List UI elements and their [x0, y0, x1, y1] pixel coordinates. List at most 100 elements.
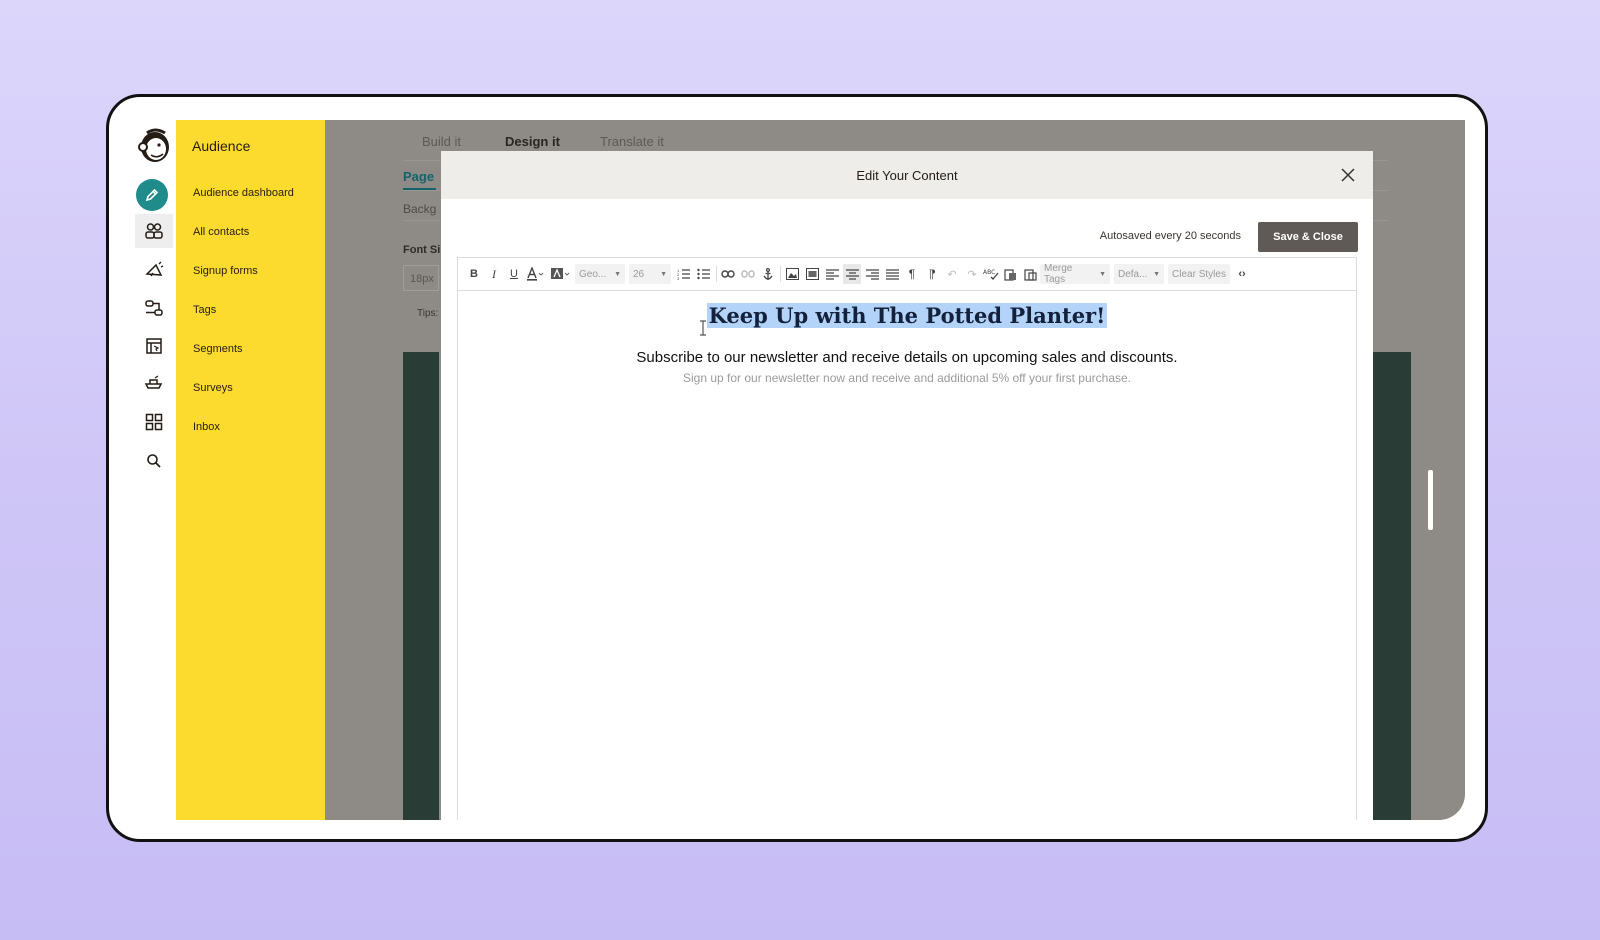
close-button[interactable] — [1337, 164, 1359, 186]
svg-text:3: 3 — [677, 276, 680, 280]
icon-rail — [131, 120, 176, 820]
audience-icon[interactable] — [135, 214, 173, 248]
undo-button[interactable]: ↶ — [944, 264, 960, 284]
automations-icon[interactable] — [135, 291, 173, 325]
paste-word-button[interactable] — [1022, 264, 1038, 284]
font-size-value: 26 — [633, 268, 645, 280]
font-family-select[interactable]: Geo... ▼ — [575, 264, 625, 284]
sidebar-item-audience-dashboard[interactable]: Audience dashboard — [193, 187, 294, 199]
default-label: Defa... — [1118, 268, 1148, 280]
preview-panel-right — [1373, 352, 1411, 820]
font-size-input[interactable]: 18px — [403, 265, 439, 291]
audience-sidebar: Audience Audience dashboard All contacts… — [176, 120, 325, 820]
grid-icon[interactable] — [135, 405, 173, 439]
toolbar-separator — [716, 266, 717, 282]
align-left-button[interactable] — [824, 264, 840, 284]
clear-styles-button[interactable]: Clear Styles — [1168, 264, 1230, 284]
numbered-list-icon: 123 — [677, 268, 690, 280]
unlink-icon — [741, 270, 755, 278]
undo-icon: ↶ — [947, 268, 957, 281]
spellcheck-button[interactable]: ABC — [982, 264, 1000, 284]
sidebar-item-surveys[interactable]: Surveys — [193, 382, 233, 394]
code-icon: ‹› — [1238, 268, 1246, 280]
page-scrollbar[interactable] — [1428, 470, 1433, 530]
preview-panel-left — [403, 352, 439, 820]
font-family-value: Geo... — [579, 268, 607, 280]
font-size-select[interactable]: 26 ▼ — [629, 264, 671, 284]
body-text[interactable]: Sign up for our newsletter now and recei… — [458, 371, 1356, 385]
align-center-button[interactable] — [843, 264, 861, 284]
paste-word-icon — [1023, 268, 1037, 281]
font-size-label: Font Si — [403, 244, 441, 256]
sidebar-item-signup-forms[interactable]: Signup forms — [193, 265, 258, 277]
chevron-down-icon: ▼ — [1099, 270, 1106, 278]
insert-image-button[interactable] — [784, 264, 800, 284]
numbered-list-button[interactable]: 123 — [676, 264, 692, 284]
bold-button[interactable]: B — [466, 264, 482, 284]
rtl-button[interactable]: ¶ — [924, 264, 940, 284]
background-label: Backg — [403, 202, 437, 216]
tab-translate-it[interactable]: Translate it — [600, 134, 664, 149]
text-color-button[interactable] — [526, 264, 546, 284]
rich-text-editor: B I U Geo... ▼ 26 ▼ 123 ¶ ¶ ↶ ↷ ABC Merg… — [457, 257, 1357, 820]
sidebar-item-segments[interactable]: Segments — [193, 343, 243, 355]
website-icon[interactable] — [135, 329, 173, 363]
background-color-button[interactable] — [550, 264, 572, 284]
italic-button[interactable]: I — [486, 264, 502, 284]
justify-icon — [885, 268, 899, 280]
bulleted-list-button[interactable] — [696, 264, 712, 284]
pilcrow-reverse-icon: ¶ — [928, 267, 936, 281]
autosave-status: Autosaved every 20 seconds — [1099, 230, 1241, 242]
text-cursor-icon — [700, 320, 706, 336]
link-button[interactable] — [720, 264, 736, 284]
modal-header: Edit Your Content — [441, 151, 1373, 199]
paste-text-button[interactable] — [1002, 264, 1018, 284]
justify-button[interactable] — [884, 264, 900, 284]
campaigns-icon[interactable] — [135, 253, 173, 287]
source-code-button[interactable]: ‹› — [1233, 264, 1251, 284]
save-close-button[interactable]: Save & Close — [1258, 222, 1358, 252]
tab-build-it[interactable]: Build it — [422, 134, 461, 149]
underline-button[interactable]: U — [506, 264, 522, 284]
align-center-icon — [845, 268, 859, 280]
align-left-icon — [825, 268, 839, 280]
sidebar-title: Audience — [192, 138, 251, 154]
image-icon — [785, 268, 799, 280]
pilcrow-icon: ¶ — [908, 267, 916, 281]
chevron-down-icon: ▼ — [614, 270, 621, 278]
sidebar-item-tags[interactable]: Tags — [193, 304, 216, 316]
paste-text-icon — [1003, 268, 1016, 281]
editor-toolbar: B I U Geo... ▼ 26 ▼ 123 ¶ ¶ ↶ ↷ ABC Merg… — [458, 258, 1356, 291]
background-color-icon — [551, 268, 570, 279]
spellcheck-icon: ABC — [983, 269, 999, 280]
close-icon — [1341, 168, 1355, 182]
merge-tags-label: Merge Tags — [1044, 263, 1073, 285]
chevron-down-icon: ▼ — [660, 270, 667, 278]
chevron-down-icon: ▼ — [1153, 270, 1160, 278]
subtab-page[interactable]: Page — [403, 169, 434, 184]
redo-icon: ↷ — [967, 268, 977, 281]
default-select[interactable]: Defa... ▼ — [1114, 264, 1164, 284]
anchor-button[interactable] — [760, 264, 776, 284]
headline-selection: Keep Up with The Potted Planter! — [706, 303, 1108, 328]
sidebar-item-inbox[interactable]: Inbox — [193, 421, 220, 433]
align-right-icon — [865, 268, 879, 280]
edit-content-modal: Edit Your Content Autosaved every 20 sec… — [441, 151, 1373, 820]
ltr-button[interactable]: ¶ — [904, 264, 920, 284]
sidebar-item-all-contacts[interactable]: All contacts — [193, 226, 249, 238]
toolbar-separator — [780, 266, 781, 282]
merge-tags-select[interactable]: Merge Tags ▼ — [1040, 263, 1110, 285]
unlink-button[interactable] — [740, 264, 756, 284]
integrations-icon[interactable] — [135, 367, 173, 401]
insert-block-button[interactable] — [804, 264, 820, 284]
search-icon[interactable] — [135, 444, 173, 478]
editor-content[interactable]: Keep Up with The Potted Planter! Subscri… — [458, 291, 1356, 820]
modal-title: Edit Your Content — [856, 168, 958, 183]
pencil-icon[interactable] — [136, 179, 168, 211]
align-right-button[interactable] — [864, 264, 880, 284]
tab-design-it[interactable]: Design it — [505, 134, 560, 149]
headline-text[interactable]: Keep Up with The Potted Planter! — [458, 303, 1356, 328]
subhead-text[interactable]: Subscribe to our newsletter and receive … — [458, 349, 1356, 366]
redo-button[interactable]: ↷ — [964, 264, 980, 284]
mailchimp-logo-icon[interactable] — [135, 125, 173, 165]
